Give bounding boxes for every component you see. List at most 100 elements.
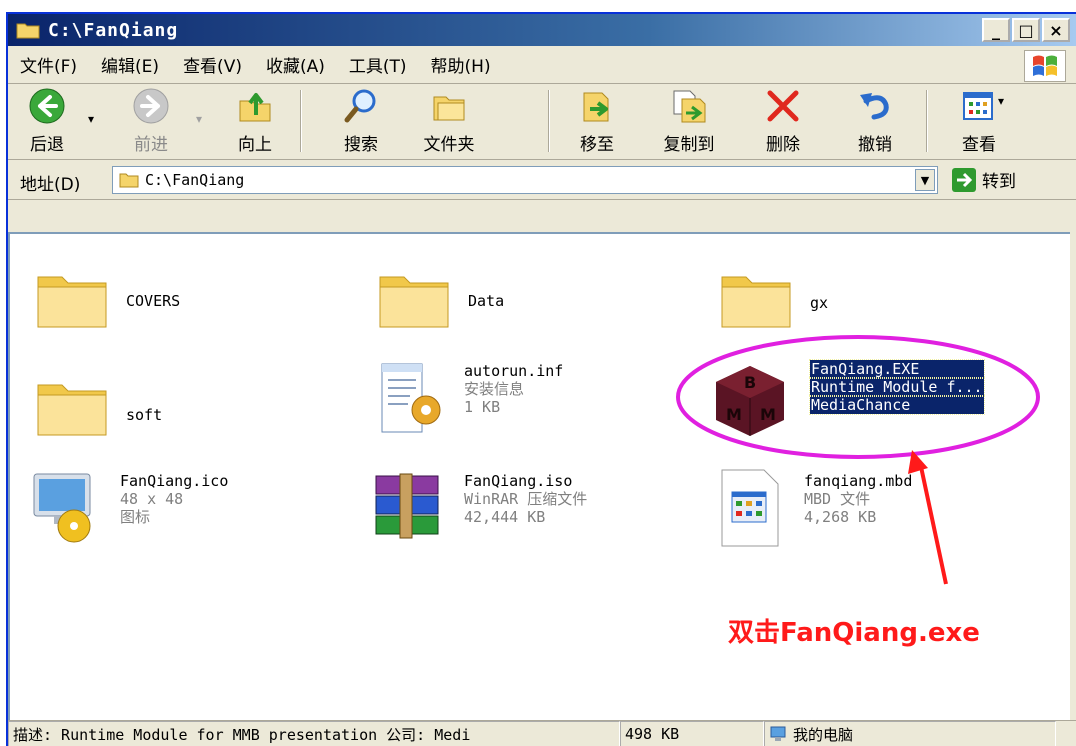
go-label: 转到	[982, 172, 1016, 192]
folder-icon	[374, 260, 454, 340]
file-size: 42,444 KB	[464, 508, 546, 526]
up-button[interactable]: 向上	[220, 86, 290, 155]
title-bar[interactable]: C:\FanQiang _ □ ×	[8, 14, 1076, 46]
file-name: gx	[810, 294, 829, 312]
winrar-archive-icon	[370, 468, 450, 548]
file-company: MediaChance	[809, 395, 985, 415]
file-name: autorun.inf	[464, 362, 564, 380]
search-icon	[341, 86, 381, 126]
mmb-cube-icon: BMM	[710, 360, 790, 440]
file-dimensions: 48 x 48	[120, 490, 184, 508]
delete-label: 删除	[766, 135, 800, 155]
copy-to-button[interactable]: 复制到	[654, 86, 724, 155]
windows-logo-icon	[1024, 50, 1066, 82]
svg-text:M: M	[760, 405, 776, 424]
back-arrow-icon	[27, 86, 67, 126]
views-dropdown-icon[interactable]: ▾	[998, 94, 1004, 108]
address-label: 地址(D)	[20, 175, 81, 195]
folders-label: 文件夹	[423, 135, 475, 155]
file-size: 1 KB	[464, 398, 501, 416]
undo-icon	[855, 86, 895, 126]
file-type: WinRAR 压缩文件	[464, 490, 588, 508]
settings-file-icon	[370, 358, 450, 438]
search-button[interactable]: 搜索	[326, 86, 396, 155]
menu-file[interactable]: 文件(F)	[8, 52, 89, 77]
status-size: 498 KB	[620, 721, 764, 746]
my-computer-icon	[770, 726, 786, 741]
folder-icon	[119, 173, 139, 188]
folder-icon	[32, 368, 112, 448]
up-folder-icon	[235, 86, 275, 126]
move-to-button[interactable]: 移至	[562, 86, 632, 155]
go-arrow-icon	[952, 167, 976, 192]
folder-icon	[32, 260, 112, 340]
back-dropdown-icon[interactable]: ▾	[88, 112, 94, 126]
file-name: fanqiang.mbd	[804, 472, 913, 490]
menu-view[interactable]: 查看(V)	[171, 52, 254, 77]
go-button[interactable]: 转到	[952, 167, 1016, 192]
folders-button[interactable]: 文件夹	[414, 86, 484, 155]
resize-grip[interactable]	[1056, 721, 1076, 746]
svg-text:B: B	[744, 373, 756, 392]
forward-arrow-icon	[131, 86, 171, 126]
menu-favorites[interactable]: 收藏(A)	[254, 52, 337, 77]
menu-bar: 文件(F) 编辑(E) 查看(V) 收藏(A) 工具(T) 帮助(H)	[8, 46, 1076, 84]
file-size: 4,268 KB	[804, 508, 877, 526]
address-input[interactable]: C:\FanQiang ▼	[112, 166, 938, 194]
views-icon	[959, 86, 999, 126]
forward-button[interactable]: 前进	[116, 86, 186, 155]
file-item-autorun[interactable]: autorun.inf 安装信息 1 KB	[370, 358, 563, 438]
toolbar: 后退 ▾ 前进 ▾ 向上 搜索 文件夹 移至 复制到 删除 撤销 查看 ▾	[8, 84, 1076, 160]
status-description: 描述: Runtime Module for MMB presentation …	[8, 721, 620, 746]
file-item-data[interactable]: Data	[374, 260, 504, 340]
file-item-fanqiang-mbd[interactable]: fanqiang.mbd MBD 文件 4,268 KB	[710, 468, 912, 548]
folder-icon	[716, 260, 796, 340]
delete-icon	[763, 86, 803, 126]
delete-button[interactable]: 删除	[748, 86, 818, 155]
up-label: 向上	[238, 135, 272, 155]
search-label: 搜索	[344, 135, 378, 155]
file-item-fanqiang-iso[interactable]: FanQiang.iso WinRAR 压缩文件 42,444 KB	[370, 468, 587, 548]
file-item-fanqiang-ico[interactable]: FanQiang.ico 48 x 48 图标	[26, 468, 228, 548]
maximize-button[interactable]: □	[1012, 18, 1040, 42]
file-item-covers[interactable]: COVERS	[32, 260, 180, 340]
annotation-text: 双击FanQiang.exe	[728, 618, 980, 648]
file-name: COVERS	[126, 292, 181, 310]
menu-help[interactable]: 帮助(H)	[419, 52, 503, 77]
file-type: 图标	[120, 508, 151, 526]
file-item-soft[interactable]: soft	[32, 368, 162, 448]
address-bar: 地址(D) C:\FanQiang ▼ 转到	[8, 160, 1076, 200]
file-name: FanQiang.ico	[120, 472, 229, 490]
menu-tools[interactable]: 工具(T)	[337, 52, 419, 77]
forward-dropdown-icon[interactable]: ▾	[196, 112, 202, 126]
toolbar-separator	[548, 90, 550, 152]
file-type: 安装信息	[464, 380, 525, 398]
folders-icon	[429, 86, 469, 126]
file-item-fanqiang-exe[interactable]: BMM FanQiang.EXE Runtime Module f... Med…	[710, 359, 985, 440]
file-name: soft	[126, 406, 163, 424]
copy-to-icon	[669, 86, 709, 126]
forward-label: 前进	[134, 135, 168, 155]
move-to-label: 移至	[580, 135, 614, 155]
views-label: 查看	[962, 135, 996, 155]
file-name: FanQiang.EXE	[809, 359, 985, 379]
file-name: FanQiang.iso	[464, 472, 573, 490]
move-to-icon	[577, 86, 617, 126]
undo-button[interactable]: 撤销	[840, 86, 910, 155]
file-name: Data	[468, 292, 505, 310]
back-label: 后退	[30, 135, 64, 155]
address-value: C:\FanQiang	[145, 171, 245, 189]
monitor-cd-icon	[26, 468, 106, 548]
address-dropdown-button[interactable]: ▼	[915, 169, 935, 191]
close-button[interactable]: ×	[1042, 18, 1070, 42]
status-zone: 我的电脑	[764, 721, 1056, 746]
svg-text:M: M	[726, 405, 742, 424]
minimize-button[interactable]: _	[982, 18, 1010, 42]
folder-icon	[16, 23, 40, 39]
menu-edit[interactable]: 编辑(E)	[89, 52, 171, 77]
back-button[interactable]: 后退	[12, 86, 82, 155]
window-title: C:\FanQiang	[48, 19, 179, 41]
copy-to-label: 复制到	[663, 135, 715, 155]
file-item-gx[interactable]: gx	[716, 260, 828, 340]
file-type: MBD 文件	[804, 490, 871, 508]
